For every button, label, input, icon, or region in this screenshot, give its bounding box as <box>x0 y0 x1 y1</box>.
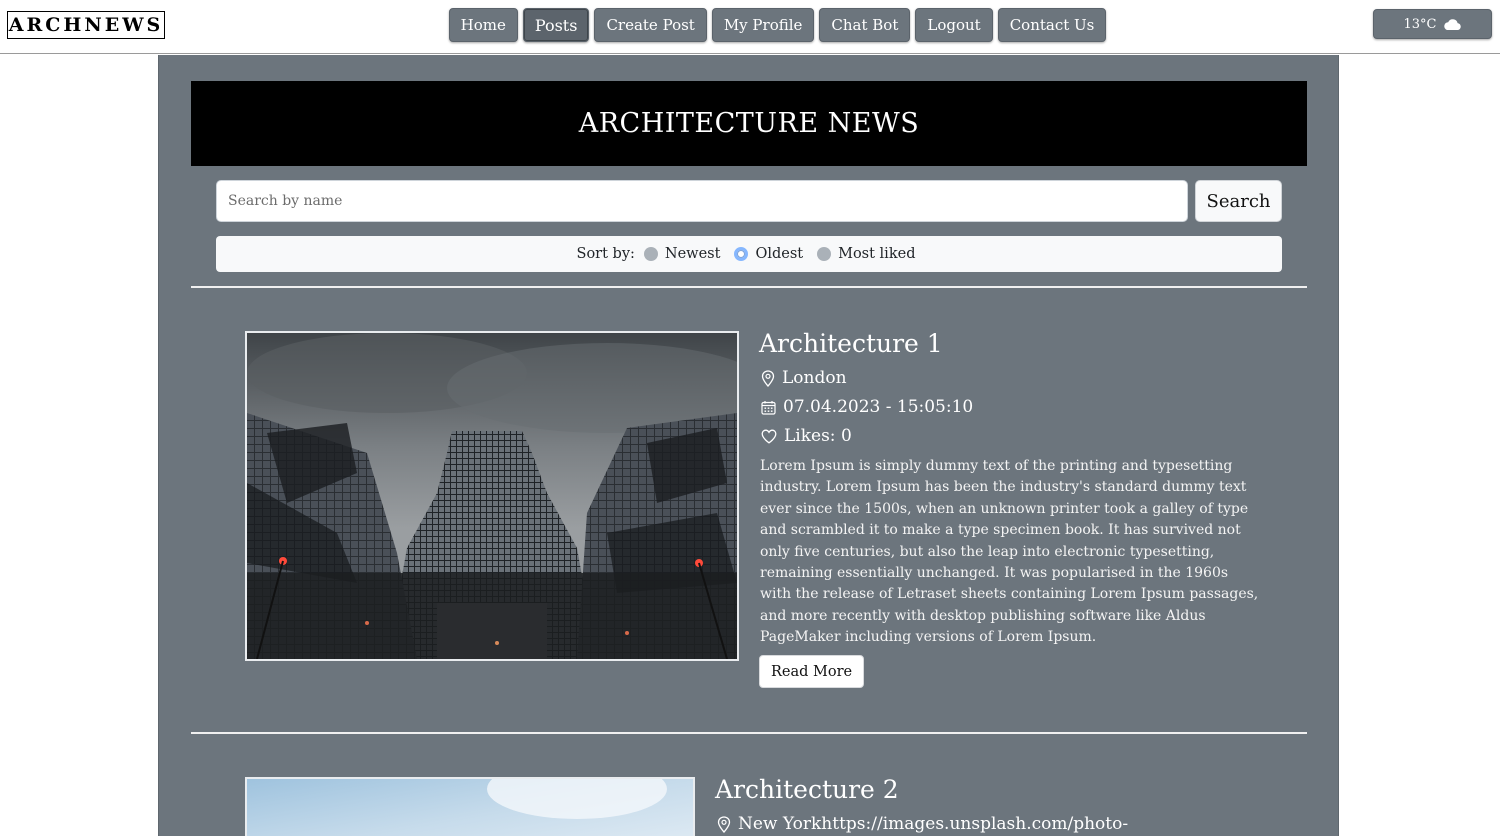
sort-oldest-option[interactable]: Oldest <box>734 246 803 262</box>
post-likes-text: Likes: 0 <box>784 426 852 446</box>
sort-label: Sort by: <box>576 246 635 262</box>
post-title[interactable]: Architecture 1 <box>759 329 943 358</box>
search-button[interactable]: Search <box>1195 180 1282 222</box>
sort-oldest-radio[interactable] <box>734 247 749 261</box>
sky-photo <box>247 779 693 836</box>
post-date-text: 07.04.2023 - 15:05:10 <box>783 397 974 417</box>
nav-create-post-button[interactable]: Create Post <box>594 8 707 42</box>
sort-most-liked-option[interactable]: Most liked <box>817 246 915 262</box>
heart-icon[interactable] <box>761 429 777 444</box>
divider <box>191 286 1307 288</box>
nav-contact-us-button[interactable]: Contact Us <box>997 8 1107 42</box>
post-location: New Yorkhttps://images.unsplash.com/phot… <box>717 814 1128 834</box>
nav-logout-button[interactable]: Logout <box>915 8 993 42</box>
post-location-text: New Yorkhttps://images.unsplash.com/phot… <box>738 814 1129 834</box>
sort-oldest-label: Oldest <box>755 246 804 262</box>
cloud-icon <box>1442 18 1462 31</box>
post-image[interactable] <box>245 331 739 661</box>
divider <box>191 732 1307 734</box>
sort-newest-option[interactable]: Newest <box>643 246 721 262</box>
nav-posts-button[interactable]: Posts <box>522 8 590 42</box>
read-more-button[interactable]: Read More <box>759 655 865 688</box>
search-input[interactable] <box>216 180 1188 222</box>
sort-most-liked-radio[interactable] <box>817 247 832 261</box>
location-pin-icon <box>717 815 731 833</box>
location-pin-icon <box>761 369 775 387</box>
post-excerpt: Lorem Ipsum is simply dummy text of the … <box>760 458 1259 646</box>
post-title[interactable]: Architecture 2 <box>715 775 899 804</box>
weather-temperature: 13°C <box>1403 16 1437 32</box>
calendar-icon <box>761 400 776 415</box>
nav-home-button[interactable]: Home <box>448 8 518 42</box>
top-navbar: ARCHNEWS Home Posts Create Post My Profi… <box>0 0 1500 54</box>
post-location-text: London <box>782 368 847 388</box>
skyscrapers-photo <box>247 333 737 659</box>
sort-newest-radio[interactable] <box>643 247 658 261</box>
post-likes: Likes: 0 <box>761 426 852 446</box>
nav-chat-bot-button[interactable]: Chat Bot <box>819 8 911 42</box>
weather-widget[interactable]: 13°C <box>1373 9 1492 39</box>
main-nav: Home Posts Create Post My Profile Chat B… <box>0 8 1500 42</box>
post-date: 07.04.2023 - 15:05:10 <box>761 397 973 417</box>
nav-my-profile-button[interactable]: My Profile <box>711 8 815 42</box>
page-banner: ARCHITECTURE NEWS <box>191 81 1307 166</box>
sort-bar: Sort by: Newest Oldest Most liked <box>216 236 1282 272</box>
post-location: London <box>761 368 847 388</box>
main-panel: ARCHITECTURE NEWS Search Sort by: Newest… <box>158 55 1339 836</box>
page-title: ARCHITECTURE NEWS <box>578 108 920 139</box>
sort-newest-label: Newest <box>664 246 721 262</box>
sort-most-liked-label: Most liked <box>838 246 916 262</box>
post-image[interactable] <box>245 777 695 836</box>
